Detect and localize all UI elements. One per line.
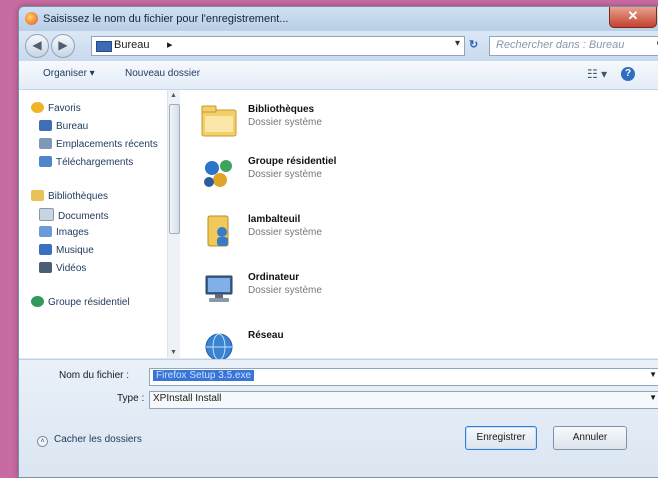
address-bar[interactable]: Bureau ▸ ▾ <box>91 36 465 56</box>
desktop-icon <box>39 120 52 131</box>
file-type: Dossier système <box>248 169 322 180</box>
cancel-button[interactable]: Annuler <box>553 426 627 450</box>
save-button[interactable]: Enregistrer <box>465 426 537 450</box>
star-icon <box>31 102 44 113</box>
sidebar-item-label: Emplacements récents <box>56 139 158 150</box>
file-name: Groupe résidentiel <box>248 156 337 167</box>
file-name: Bibliothèques <box>248 104 315 115</box>
sidebar-item-label: Favoris <box>48 103 81 114</box>
chevron-down-icon[interactable]: ▼ <box>649 370 657 379</box>
address-location[interactable]: Bureau <box>114 39 149 51</box>
recent-places-icon <box>39 138 52 149</box>
filename-label: Nom du fichier : <box>59 370 130 381</box>
refresh-button[interactable]: ↻ <box>469 38 487 54</box>
navigation-bar: ◀ ▶ Bureau ▸ ▾ ↻ Rechercher dans : Burea… <box>19 31 658 61</box>
command-toolbar: Organiser ▾ Nouveau dossier ☷ ▾ ? <box>19 61 658 90</box>
search-input[interactable]: Rechercher dans : Bureau ⚲ <box>489 36 658 56</box>
scrollbar-thumb[interactable] <box>169 104 180 234</box>
sidebar-item-recent[interactable]: Emplacements récents <box>39 138 158 154</box>
file-name: Ordinateur <box>248 272 300 283</box>
libraries-icon <box>31 190 44 201</box>
list-item[interactable]: lambalteuil Dossier système <box>200 210 540 260</box>
list-item[interactable]: Bibliothèques Dossier système <box>200 100 540 150</box>
file-list: Bibliothèques Dossier système Groupe rés… <box>180 90 658 361</box>
list-item[interactable]: Ordinateur Dossier système <box>200 268 540 318</box>
sidebar-item-documents[interactable]: Documents <box>39 208 109 224</box>
libraries-folder-icon <box>201 105 237 137</box>
chevron-down-icon[interactable]: ▼ <box>649 393 657 402</box>
view-options-icon[interactable]: ☷ ▾ <box>587 67 607 81</box>
sidebar-item-label: Vidéos <box>56 263 87 274</box>
close-button[interactable]: ✕ <box>609 7 657 28</box>
file-name: lambalteuil <box>248 214 301 225</box>
sidebar-item-downloads[interactable]: Téléchargements <box>39 156 133 172</box>
list-item[interactable]: Groupe résidentiel Dossier système <box>200 152 540 202</box>
sidebar-item-bureau[interactable]: Bureau <box>39 120 88 136</box>
file-type: Dossier système <box>248 227 322 238</box>
computer-icon <box>205 275 233 302</box>
sidebar-item-label: Documents <box>58 211 109 222</box>
breadcrumb-arrow-icon[interactable]: ▸ <box>167 38 173 51</box>
back-button[interactable]: ◀ <box>25 34 49 58</box>
desktop-icon <box>96 41 112 52</box>
sidebar-item-libraries[interactable]: Bibliothèques <box>31 190 108 206</box>
filename-input[interactable]: Firefox Setup 3.5.exe ▼ <box>149 368 658 386</box>
homegroup-icon <box>204 160 232 187</box>
hide-folders-label: Cacher les dossiers <box>54 434 142 445</box>
save-dialog: Saisissez le nom du fichier pour l'enreg… <box>18 6 658 478</box>
file-type: Dossier système <box>248 285 322 296</box>
dialog-title: Saisissez le nom du fichier pour l'enreg… <box>43 13 289 25</box>
chevron-down-icon[interactable]: ▾ <box>455 38 460 49</box>
sidebar-item-label: Téléchargements <box>56 157 134 168</box>
navigation-scrollbar[interactable]: ▲ ▼ <box>167 90 180 358</box>
sidebar-item-label: Bureau <box>56 121 89 132</box>
sidebar-item-music[interactable]: Musique <box>39 244 94 260</box>
user-folder-icon <box>207 215 229 247</box>
sidebar-item-label: Bibliothèques <box>48 191 109 202</box>
music-icon <box>39 244 52 255</box>
sidebar-item-label: Musique <box>56 245 94 256</box>
sidebar-item-label: Images <box>56 227 89 238</box>
firefox-icon <box>25 12 38 25</box>
sidebar-item-homegroup[interactable]: Groupe résidentiel <box>31 296 130 312</box>
sidebar-item-favoris[interactable]: Favoris <box>31 102 81 118</box>
file-name: Réseau <box>248 330 284 341</box>
scroll-down-icon[interactable]: ▼ <box>170 349 177 356</box>
help-icon[interactable]: ? <box>621 67 635 81</box>
organize-button[interactable]: Organiser ▾ <box>43 68 95 79</box>
filename-value[interactable]: Firefox Setup 3.5.exe <box>153 370 255 381</box>
title-bar: Saisissez le nom du fichier pour l'enreg… <box>19 7 658 31</box>
save-form: Nom du fichier : Firefox Setup 3.5.exe ▼… <box>19 359 658 477</box>
images-icon <box>39 226 52 237</box>
downloads-icon <box>39 156 52 167</box>
sidebar-item-label: Groupe résidentiel <box>48 297 130 308</box>
new-folder-button[interactable]: Nouveau dossier <box>125 68 200 79</box>
homegroup-icon <box>31 296 44 307</box>
documents-icon <box>39 208 54 221</box>
navigation-pane: Favoris Bureau Emplacements récents Télé… <box>19 90 168 358</box>
sidebar-item-videos[interactable]: Vidéos <box>39 262 86 278</box>
forward-button[interactable]: ▶ <box>51 34 75 58</box>
sidebar-item-images[interactable]: Images <box>39 226 89 242</box>
file-type: Dossier système <box>248 117 322 128</box>
file-type-value: XPInstall Install <box>153 393 222 404</box>
scroll-up-icon[interactable]: ▲ <box>170 92 177 99</box>
hide-folders-toggle[interactable]: ˄ Cacher les dossiers <box>37 434 142 447</box>
file-type-select[interactable]: XPInstall Install ▼ <box>149 391 658 409</box>
videos-icon <box>39 262 52 273</box>
type-label: Type : <box>117 393 145 404</box>
collapse-icon: ˄ <box>37 436 48 447</box>
search-placeholder: Rechercher dans : Bureau <box>496 39 625 51</box>
